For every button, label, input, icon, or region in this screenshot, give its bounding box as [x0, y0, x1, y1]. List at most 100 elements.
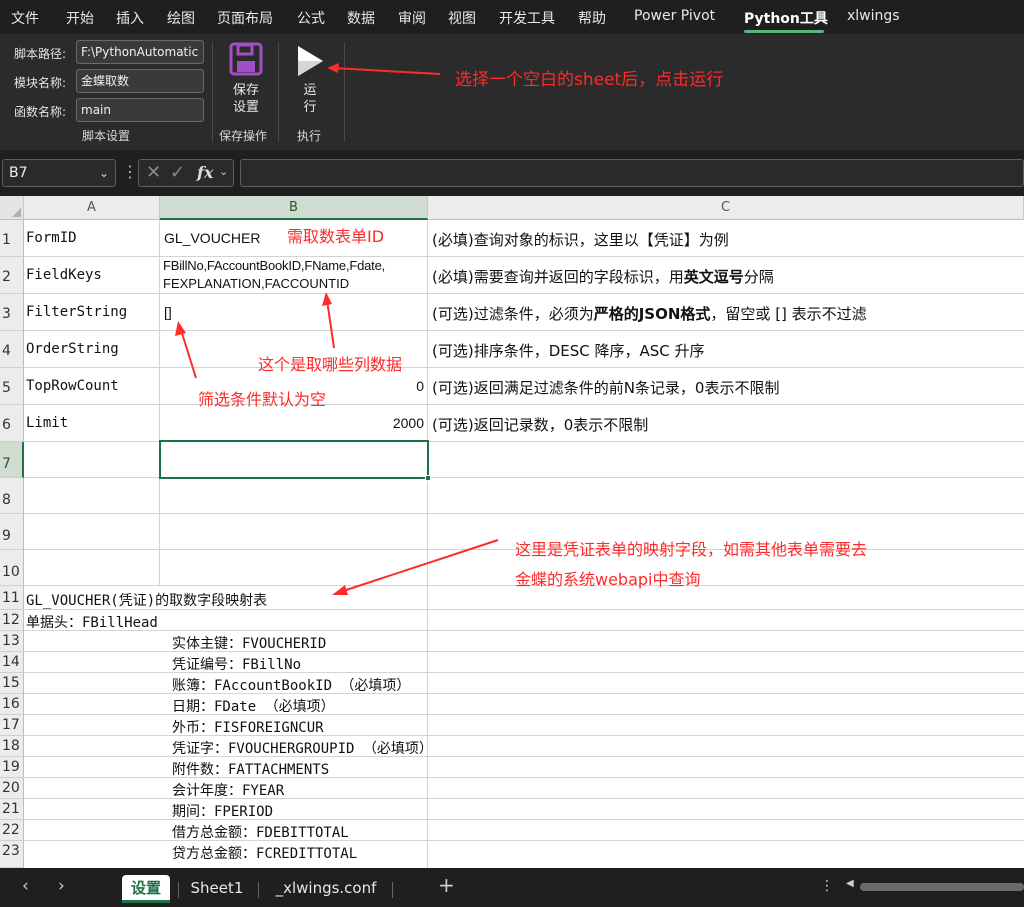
vertical-dots-icon[interactable]: ⋮ [820, 878, 834, 894]
mapping-row[interactable]: 实体主键：FVOUCHERID [172, 633, 326, 653]
scroll-left-icon[interactable]: ‹ [22, 876, 29, 896]
row-header[interactable]: 16 [0, 694, 24, 715]
mapping-row[interactable]: 借方总金额：FDEBITTOTAL [172, 822, 349, 842]
insert-function-icon[interactable]: fx [197, 163, 213, 182]
chevron-down-icon[interactable]: ⌄ [99, 160, 109, 186]
sheet-tab-settings[interactable]: 设置 [122, 875, 170, 903]
column-header-b[interactable]: B [160, 196, 428, 220]
cell-b3[interactable]: [] [164, 304, 172, 320]
cell-c2[interactable]: (必填)需要查询并返回的字段标识，用英文逗号分隔 [432, 266, 774, 287]
row-header[interactable]: 3 [0, 294, 24, 331]
save-settings-label: 保存 设置 [232, 83, 259, 115]
cell-a1[interactable]: FormID [26, 230, 77, 246]
mapping-row[interactable]: 凭证字：FVOUCHERGROUPID （必填项） [172, 738, 433, 758]
cancel-icon[interactable]: ✕ [146, 162, 161, 183]
mapping-row[interactable]: 日期：FDate （必填项） [172, 696, 335, 716]
tab-developer[interactable]: 开发工具 [499, 8, 555, 28]
row-header[interactable]: 9 [0, 514, 24, 550]
cell-c4[interactable]: (可选)排序条件，DESC 降序，ASC 升序 [432, 340, 705, 361]
row-header[interactable]: 2 [0, 257, 24, 294]
column-header-c[interactable]: C [428, 196, 1024, 220]
row-header[interactable]: 11 [0, 586, 24, 610]
tab-power-pivot[interactable]: Power Pivot [634, 8, 715, 24]
annotation-arrows [175, 292, 499, 595]
row-header[interactable]: 13 [0, 631, 24, 652]
row-header[interactable]: 15 [0, 673, 24, 694]
fill-handle[interactable] [425, 475, 431, 481]
scroll-left-small-icon[interactable]: ◀ [846, 878, 854, 889]
tab-formulas[interactable]: 公式 [297, 8, 325, 28]
tab-python-tools[interactable]: Python工具 [744, 8, 828, 28]
function-name-input[interactable]: main [76, 98, 204, 122]
module-name-input[interactable]: 金蝶取数 [76, 69, 204, 93]
row-header[interactable]: 23 [0, 841, 24, 868]
tab-xlwings[interactable]: xlwings [847, 8, 900, 24]
cell-c6[interactable]: (可选)返回记录数，0表示不限制 [432, 414, 648, 435]
row-header[interactable]: 7 [0, 442, 24, 478]
vertical-dots-icon: ⋮ [122, 162, 138, 181]
mapping-header-label[interactable]: 单据头：FBillHead [26, 612, 158, 632]
row-header[interactable]: 4 [0, 331, 24, 368]
row-header[interactable]: 22 [0, 820, 24, 841]
row-header[interactable]: 17 [0, 715, 24, 736]
mapping-row[interactable]: 附件数：FATTACHMENTS [172, 759, 329, 779]
mapping-row[interactable]: 会计年度：FYEAR [172, 780, 284, 800]
arrowhead-filter [175, 321, 186, 336]
cell-c1[interactable]: (必填)查询对象的标识，这里以【凭证】为例 [432, 229, 729, 250]
tab-separator [392, 882, 393, 898]
cell-b1[interactable]: GL_VOUCHER [164, 230, 260, 246]
script-path-input[interactable]: F:\PythonAutomatic [76, 40, 204, 64]
cell-c3[interactable]: (可选)过滤条件，必须为严格的JSON格式，留空或 [] 表示不过滤 [432, 303, 867, 324]
mapping-row[interactable]: 账簿：FAccountBookID （必填项） [172, 675, 410, 695]
chevron-down-icon[interactable]: ⌄ [219, 165, 228, 178]
mapping-row[interactable]: 期间：FPERIOD [172, 801, 273, 821]
row-header[interactable]: 6 [0, 405, 24, 442]
horizontal-scrollbar[interactable] [860, 883, 1024, 891]
cell-b2-line1[interactable]: FBillNo,FAccountBookID,FName,Fdate, [163, 258, 385, 273]
tab-draw[interactable]: 绘图 [167, 8, 195, 28]
row-header[interactable]: 5 [0, 368, 24, 405]
cell-b5[interactable]: 0 [380, 378, 424, 394]
row-header[interactable]: 12 [0, 610, 24, 631]
tab-help[interactable]: 帮助 [578, 8, 606, 28]
scroll-right-icon[interactable]: › [58, 876, 65, 896]
selected-cell-b7[interactable] [159, 440, 429, 479]
tab-file[interactable]: 文件 [11, 8, 39, 28]
row-header[interactable]: 20 [0, 778, 24, 799]
check-icon[interactable]: ✓ [170, 162, 185, 183]
row-header[interactable]: 8 [0, 478, 24, 514]
cell-a5[interactable]: TopRowCount [26, 378, 119, 394]
cell-a2[interactable]: FieldKeys [26, 267, 102, 283]
row-header[interactable]: 1 [0, 220, 24, 257]
row-header[interactable]: 21 [0, 799, 24, 820]
cell-b2-line2[interactable]: FEXPLANATION,FACCOUNTID [163, 276, 349, 291]
tab-data[interactable]: 数据 [347, 8, 375, 28]
tab-home[interactable]: 开始 [66, 8, 94, 28]
add-sheet-icon[interactable]: + [438, 873, 455, 897]
row-header[interactable]: 10 [0, 550, 24, 586]
select-all-corner[interactable] [0, 196, 24, 220]
column-header-a[interactable]: A [24, 196, 160, 220]
sheet-tab-sheet1[interactable]: Sheet1 [184, 875, 250, 903]
cell-a6[interactable]: Limit [26, 415, 68, 431]
cell-a4[interactable]: OrderString [26, 341, 119, 357]
tab-view[interactable]: 视图 [448, 8, 476, 28]
mapping-row[interactable]: 贷方总金额：FCREDITTOTAL [172, 843, 357, 863]
mapping-row[interactable]: 凭证编号：FBillNo [172, 654, 301, 674]
row-header[interactable]: 14 [0, 652, 24, 673]
sheet-tab-xlwings-conf[interactable]: _xlwings.conf [268, 875, 384, 903]
cell-b6[interactable]: 2000 [360, 415, 424, 431]
script-path-label: 脚本路径: [14, 47, 67, 61]
mapping-title[interactable]: GL_VOUCHER(凭证)的取数字段映射表 [26, 590, 267, 610]
cell-c5[interactable]: (可选)返回满足过滤条件的前N条记录，0表示不限制 [432, 377, 779, 398]
save-settings-button[interactable]: 保存 设置 [220, 38, 272, 122]
cell-a3[interactable]: FilterString [26, 304, 127, 320]
tab-insert[interactable]: 插入 [116, 8, 144, 28]
tab-page-layout[interactable]: 页面布局 [217, 8, 273, 28]
row-header[interactable]: 19 [0, 757, 24, 778]
row-header[interactable]: 18 [0, 736, 24, 757]
formula-input[interactable] [240, 159, 1024, 187]
tab-review[interactable]: 审阅 [398, 8, 426, 28]
mapping-row[interactable]: 外币：FISFOREIGNCUR [172, 717, 324, 737]
name-box[interactable]: B7 ⌄ [2, 159, 116, 187]
